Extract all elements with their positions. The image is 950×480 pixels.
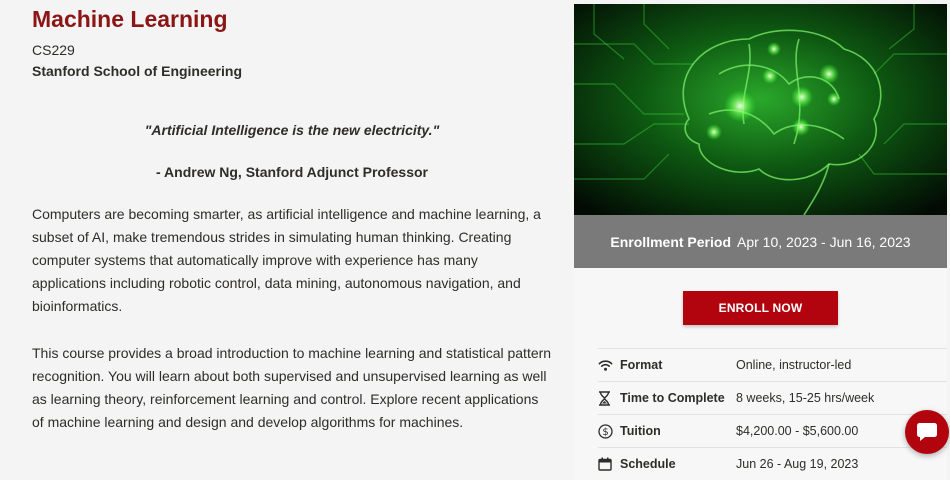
detail-row-format: Format Online, instructor-led: [598, 348, 947, 381]
quote-text: "Artificial Intelligence is the new elec…: [144, 122, 440, 138]
chat-button[interactable]: [905, 410, 949, 454]
school-name: Stanford School of Engineering: [32, 63, 242, 79]
svg-text:$: $: [602, 427, 608, 438]
enroll-now-button[interactable]: ENROLL NOW: [683, 291, 838, 325]
detail-key: Format: [620, 358, 663, 372]
course-code: CS229: [32, 42, 75, 58]
detail-value: $4,200.00 - $5,600.00: [736, 424, 859, 438]
detail-key: Time to Complete: [620, 391, 725, 405]
detail-row-schedule: Schedule Jun 26 - Aug 19, 2023: [598, 447, 947, 480]
course-details: Format Online, instructor-led Time to Co…: [574, 348, 947, 480]
quote-author: - Andrew Ng, Stanford Adjunct Professor: [156, 164, 428, 180]
description-paragraph: Computers are becoming smarter, as artif…: [32, 206, 541, 314]
detail-key: Schedule: [620, 457, 676, 471]
enrollment-period-label: Enrollment Period: [610, 233, 731, 250]
dollar-icon: $: [598, 423, 620, 439]
course-overview: Machine Learning CS229 Stanford School o…: [32, 0, 552, 434]
calendar-icon: [598, 456, 620, 472]
hourglass-icon: [598, 390, 620, 406]
enrollment-card: Enrollment Period Apr 10, 2023 - Jun 16,…: [574, 4, 947, 480]
detail-key: Tuition: [620, 424, 661, 438]
detail-row-tuition: $ Tuition $4,200.00 - $5,600.00: [598, 414, 947, 447]
wifi-icon: [598, 357, 620, 373]
ai-brain-image: [574, 4, 947, 215]
detail-value: Jun 26 - Aug 19, 2023: [736, 457, 859, 471]
detail-value: Online, instructor-led: [736, 358, 852, 372]
enroll-button-area: ENROLL NOW: [574, 268, 947, 348]
chat-bubble-icon: [917, 423, 937, 441]
enrollment-period-dates: Apr 10, 2023 - Jun 16, 2023: [737, 233, 911, 250]
enrollment-period: Enrollment Period Apr 10, 2023 - Jun 16,…: [574, 215, 947, 268]
detail-value: 8 weeks, 15-25 hrs/week: [736, 391, 875, 405]
description-paragraph: This course provides a broad introductio…: [32, 345, 552, 430]
detail-row-time: Time to Complete 8 weeks, 15-25 hrs/week: [598, 381, 947, 414]
page-title: Machine Learning: [32, 6, 228, 32]
